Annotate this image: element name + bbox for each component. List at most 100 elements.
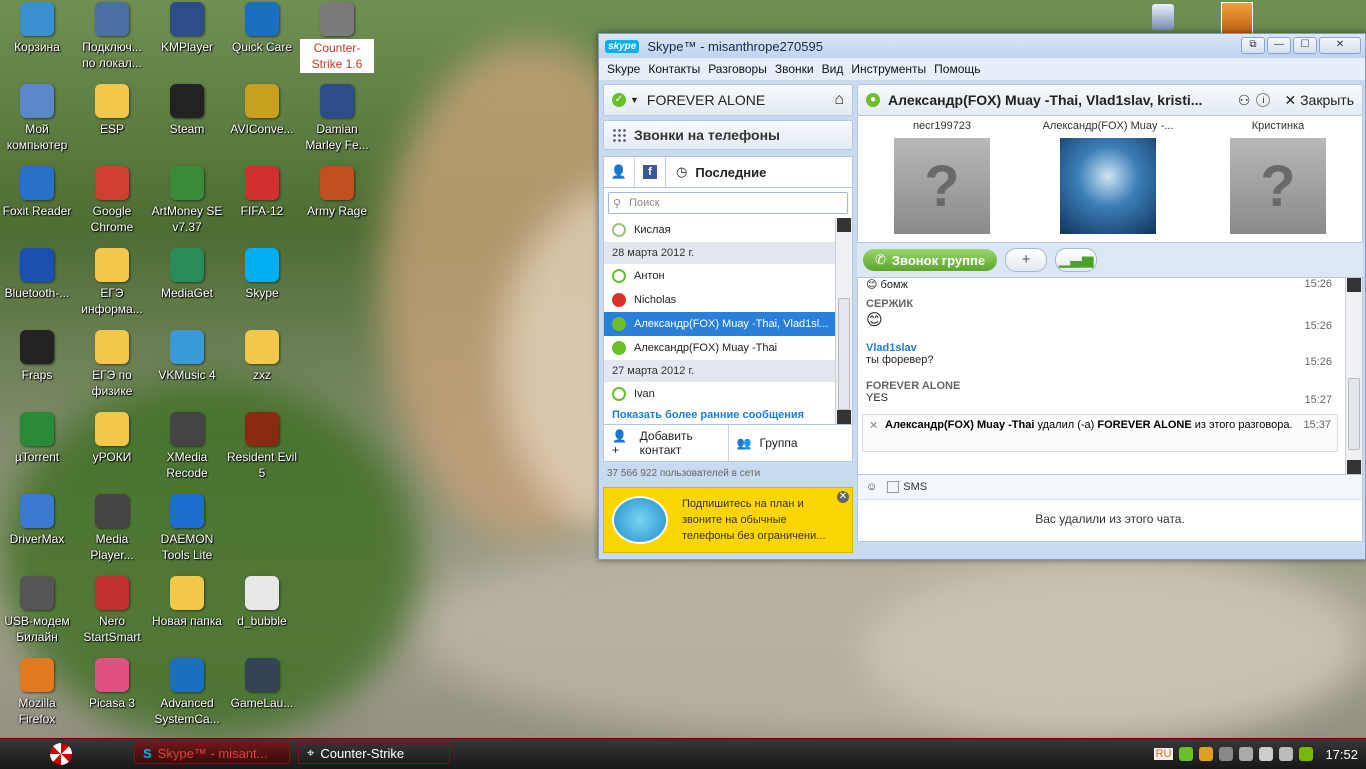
usb-tray-icon[interactable] xyxy=(1259,747,1274,761)
desktop-shortcut[interactable]: ЕГЭ по физике xyxy=(75,328,149,408)
desktop-shortcut[interactable]: AVIConve... xyxy=(225,82,299,162)
app-tray-icon[interactable] xyxy=(1199,747,1214,761)
desktop-shortcut[interactable]: Quick Care xyxy=(225,0,299,80)
clock[interactable]: 17:52 xyxy=(1325,747,1358,762)
desktop-shortcut[interactable]: Army Rage xyxy=(300,164,374,244)
desktop-shortcut[interactable]: XMedia Recode xyxy=(150,410,224,490)
contact-row[interactable]: Nicholas xyxy=(604,288,852,312)
create-group-button[interactable]: 👥 Группа xyxy=(727,425,853,461)
close-conversation-button[interactable]: ✕ Закрыть xyxy=(1284,92,1354,109)
menu-skype[interactable]: Skype xyxy=(603,62,644,76)
add-participant-button[interactable]: + xyxy=(1005,248,1048,272)
scroll-thumb[interactable] xyxy=(838,298,850,410)
desktop-shortcut[interactable]: zxz xyxy=(225,328,299,408)
sms-checkbox[interactable] xyxy=(887,481,900,493)
search-input[interactable]: ⚲ Поиск xyxy=(608,192,848,214)
add-contact-button[interactable]: 👤+ Добавить контакт xyxy=(604,425,728,461)
desktop-shortcut[interactable]: Корзина xyxy=(0,0,74,80)
desktop-shortcut[interactable]: Nero StartSmart xyxy=(75,574,149,654)
taskbar-item-skype[interactable]: S Skype™ - misant... xyxy=(134,742,290,764)
desktop-shortcut[interactable]: DAEMON Tools Lite xyxy=(150,492,224,572)
desktop-shortcut[interactable]: µTorrent xyxy=(0,410,74,490)
contact-list-scrollbar[interactable] xyxy=(835,218,852,424)
desktop-shortcut[interactable]: ЕГЭ информа... xyxy=(75,246,149,326)
menu-contacts[interactable]: Контакты xyxy=(644,62,704,76)
menu-calls[interactable]: Звонки xyxy=(771,62,818,76)
desktop-shortcut[interactable]: USB-модем Билайн xyxy=(0,574,74,654)
desktop-shortcut[interactable]: Мой компьютер xyxy=(0,82,74,162)
scroll-thumb[interactable] xyxy=(1348,378,1360,450)
desktop-shortcut[interactable]: Resident Evil 5 xyxy=(225,410,299,490)
desktop-shortcut[interactable]: Bluetooth-... xyxy=(0,246,74,326)
tab-recent[interactable]: ◷ Последние xyxy=(666,157,776,187)
maximize-button[interactable]: ☐ xyxy=(1293,37,1317,54)
skype-tray-icon[interactable] xyxy=(1179,747,1194,761)
participants-icon[interactable]: ⚇ xyxy=(1238,92,1251,109)
participant-card[interactable]: necr199723 ? xyxy=(872,120,1012,234)
promo-banner[interactable]: Подпишитесь на план и звоните на обычные… xyxy=(603,487,853,553)
scroll-down-arrow[interactable] xyxy=(1347,460,1361,474)
desktop-shortcut[interactable]: Foxit Reader xyxy=(0,164,74,244)
desktop-shortcut[interactable]: Damian Marley Fe... xyxy=(300,82,374,162)
contact-row[interactable]: Ivan xyxy=(604,382,852,406)
scroll-up-arrow[interactable] xyxy=(1347,278,1361,292)
status-dropdown-icon[interactable]: ▼ xyxy=(630,95,639,105)
usb-drive-icon[interactable] xyxy=(1152,4,1174,30)
close-window-button[interactable]: ✕ xyxy=(1319,37,1361,54)
desktop-shortcut[interactable]: d_bubble xyxy=(225,574,299,654)
desktop-shortcut[interactable]: ESP xyxy=(75,82,149,162)
call-phones-button[interactable]: Звонки на телефоны xyxy=(603,120,853,150)
chat-scrollbar[interactable] xyxy=(1345,278,1362,474)
desktop-shortcut[interactable]: ArtMoney SE v7.37 xyxy=(150,164,224,244)
volume-icon[interactable] xyxy=(1239,747,1254,761)
desktop-shortcut[interactable]: Advanced SystemCa... xyxy=(150,656,224,736)
nvidia-icon[interactable] xyxy=(1299,747,1314,761)
online-status-icon[interactable]: ✓ xyxy=(612,93,626,107)
menu-help[interactable]: Помощь xyxy=(930,62,984,76)
desktop-shortcut[interactable]: Counter-Strike 1.6 xyxy=(300,0,374,80)
contact-row[interactable]: Кислая xyxy=(604,218,852,242)
contact-row[interactable]: Антон xyxy=(604,264,852,288)
info-icon[interactable]: i xyxy=(1256,93,1271,107)
desktop-shortcut[interactable]: DriverMax xyxy=(0,492,74,572)
language-indicator[interactable]: RU xyxy=(1153,748,1174,760)
dismiss-notice-icon[interactable]: ✕ xyxy=(869,419,878,432)
desktop-shortcut[interactable]: Media Player... xyxy=(75,492,149,572)
user-status-bar[interactable]: ✓ ▼ FOREVER ALONE ⌂ xyxy=(603,84,853,116)
desktop-shortcut[interactable]: Google Chrome xyxy=(75,164,149,244)
desktop-shortcut[interactable]: Skype xyxy=(225,246,299,326)
desktop-shortcut[interactable]: Подключ... по локал... xyxy=(75,0,149,80)
desktop-shortcut[interactable]: FIFA-12 xyxy=(225,164,299,244)
menu-conversations[interactable]: Разговоры xyxy=(704,62,771,76)
scroll-up-arrow[interactable] xyxy=(837,218,851,232)
desktop-shortcut[interactable]: Новая папка xyxy=(150,574,224,654)
contact-row[interactable]: Александр(FOX) Muay -Thai xyxy=(604,336,852,360)
desktop-shortcut[interactable]: Mozilla Firefox xyxy=(0,656,74,736)
menu-view[interactable]: Вид xyxy=(818,62,848,76)
compact-view-button[interactable]: ⧉ xyxy=(1241,37,1265,54)
start-button[interactable] xyxy=(50,743,72,765)
show-earlier-messages-link[interactable]: Показать более ранние сообщения xyxy=(604,406,852,424)
desktop-shortcut[interactable]: MediaGet xyxy=(150,246,224,326)
user-avatar-icon[interactable] xyxy=(1221,2,1253,34)
desktop-shortcut[interactable]: GameLau... xyxy=(225,656,299,736)
menu-tools[interactable]: Инструменты xyxy=(847,62,930,76)
title-bar[interactable]: skype Skype™ - misanthrope270595 ⧉ — ☐ ✕ xyxy=(599,34,1365,58)
home-icon[interactable]: ⌂ xyxy=(834,91,844,109)
contact-row[interactable]: Александр(FOX) Muay -Thai, Vlad1sl... xyxy=(604,312,852,336)
call-quality-icon[interactable]: ▁▃▅ xyxy=(1055,248,1098,272)
close-promo-icon[interactable]: ✕ xyxy=(837,491,849,503)
desktop-shortcut[interactable]: Fraps xyxy=(0,328,74,408)
desktop-shortcut[interactable]: Steam xyxy=(150,82,224,162)
minimize-button[interactable]: — xyxy=(1267,37,1291,54)
printer-icon[interactable] xyxy=(1279,747,1294,761)
desktop-shortcut[interactable]: VKMusic 4 xyxy=(150,328,224,408)
taskbar-item-counter-strike[interactable]: ⌖ Counter-Strike xyxy=(298,742,450,764)
participant-card[interactable]: Александр(FOX) Muay -... xyxy=(1038,120,1178,234)
call-group-button[interactable]: ✆ Звонок группе xyxy=(863,249,998,271)
participant-card[interactable]: Кристинка ? xyxy=(1208,120,1348,234)
network-tray-icon[interactable] xyxy=(1219,747,1234,761)
tab-facebook[interactable]: f xyxy=(635,157,666,187)
desktop-shortcut[interactable]: уРОКИ xyxy=(75,410,149,490)
scroll-down-arrow[interactable] xyxy=(837,410,851,424)
